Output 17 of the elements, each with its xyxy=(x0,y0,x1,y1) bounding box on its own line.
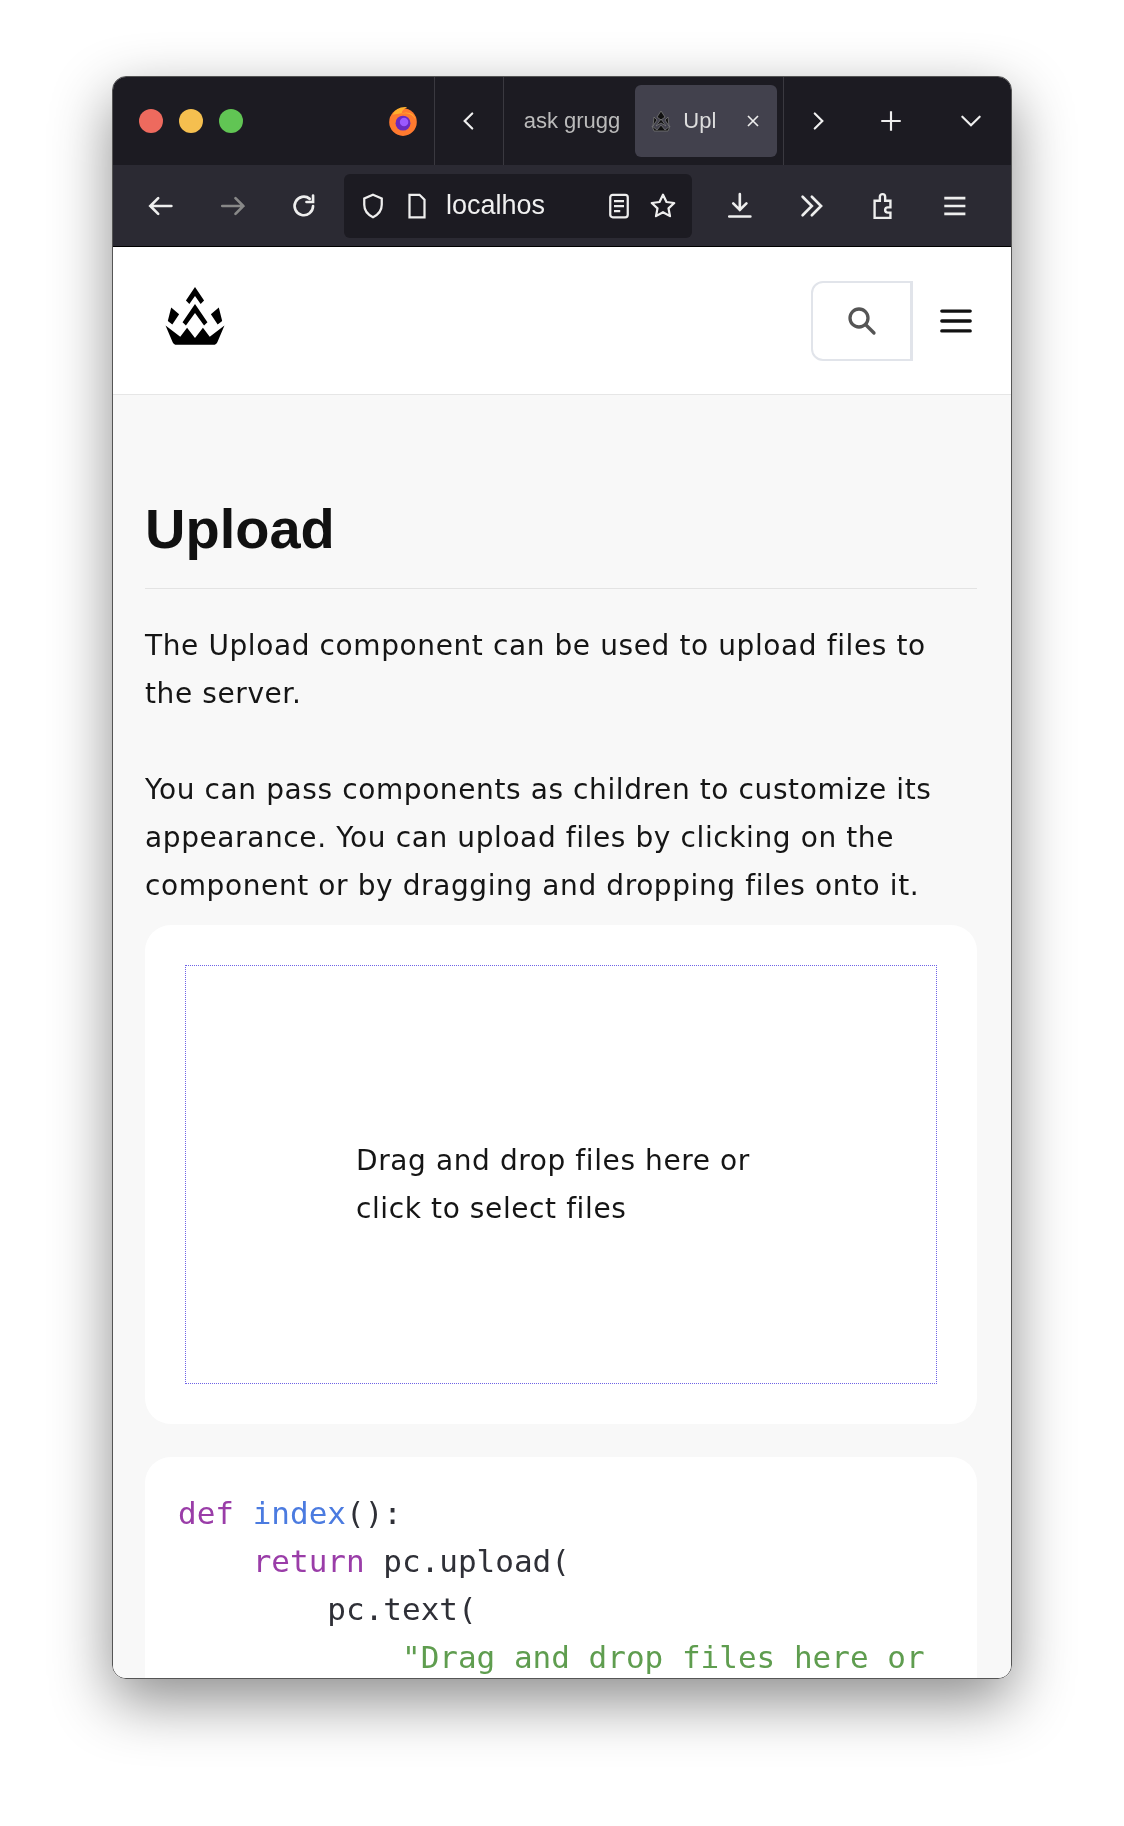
logo-icon xyxy=(649,109,674,133)
paragraph: You can pass components as children to customize its appearance. You can upload files by clicking on the component or by dragging and dropping files onto it. xyxy=(145,772,933,904)
upload-prompt: Drag and drop files here or click to select files xyxy=(356,1142,751,1227)
upload-dropzone[interactable]: Drag and drop files here or click to select files xyxy=(185,965,937,1384)
zoom-window-button[interactable] xyxy=(219,109,243,133)
code-line: pc.text( xyxy=(326,1590,478,1629)
close-window-button[interactable] xyxy=(139,109,163,133)
paragraph: The Upload component can be used to upload files to the server. xyxy=(145,628,927,712)
address-bar[interactable]: localhos xyxy=(343,173,693,238)
browser-tab[interactable]: ask grugg xyxy=(509,85,624,157)
code-line: return pc.upload( xyxy=(251,1542,571,1581)
search-button[interactable] xyxy=(811,280,913,361)
code-line: def index(): xyxy=(178,1494,403,1533)
browser-tab[interactable]: Upl xyxy=(635,85,777,157)
minimize-window-button[interactable] xyxy=(179,109,203,133)
code-line: "Drag and drop files here or xyxy=(400,1638,926,1677)
page-title: Upload xyxy=(145,495,977,589)
